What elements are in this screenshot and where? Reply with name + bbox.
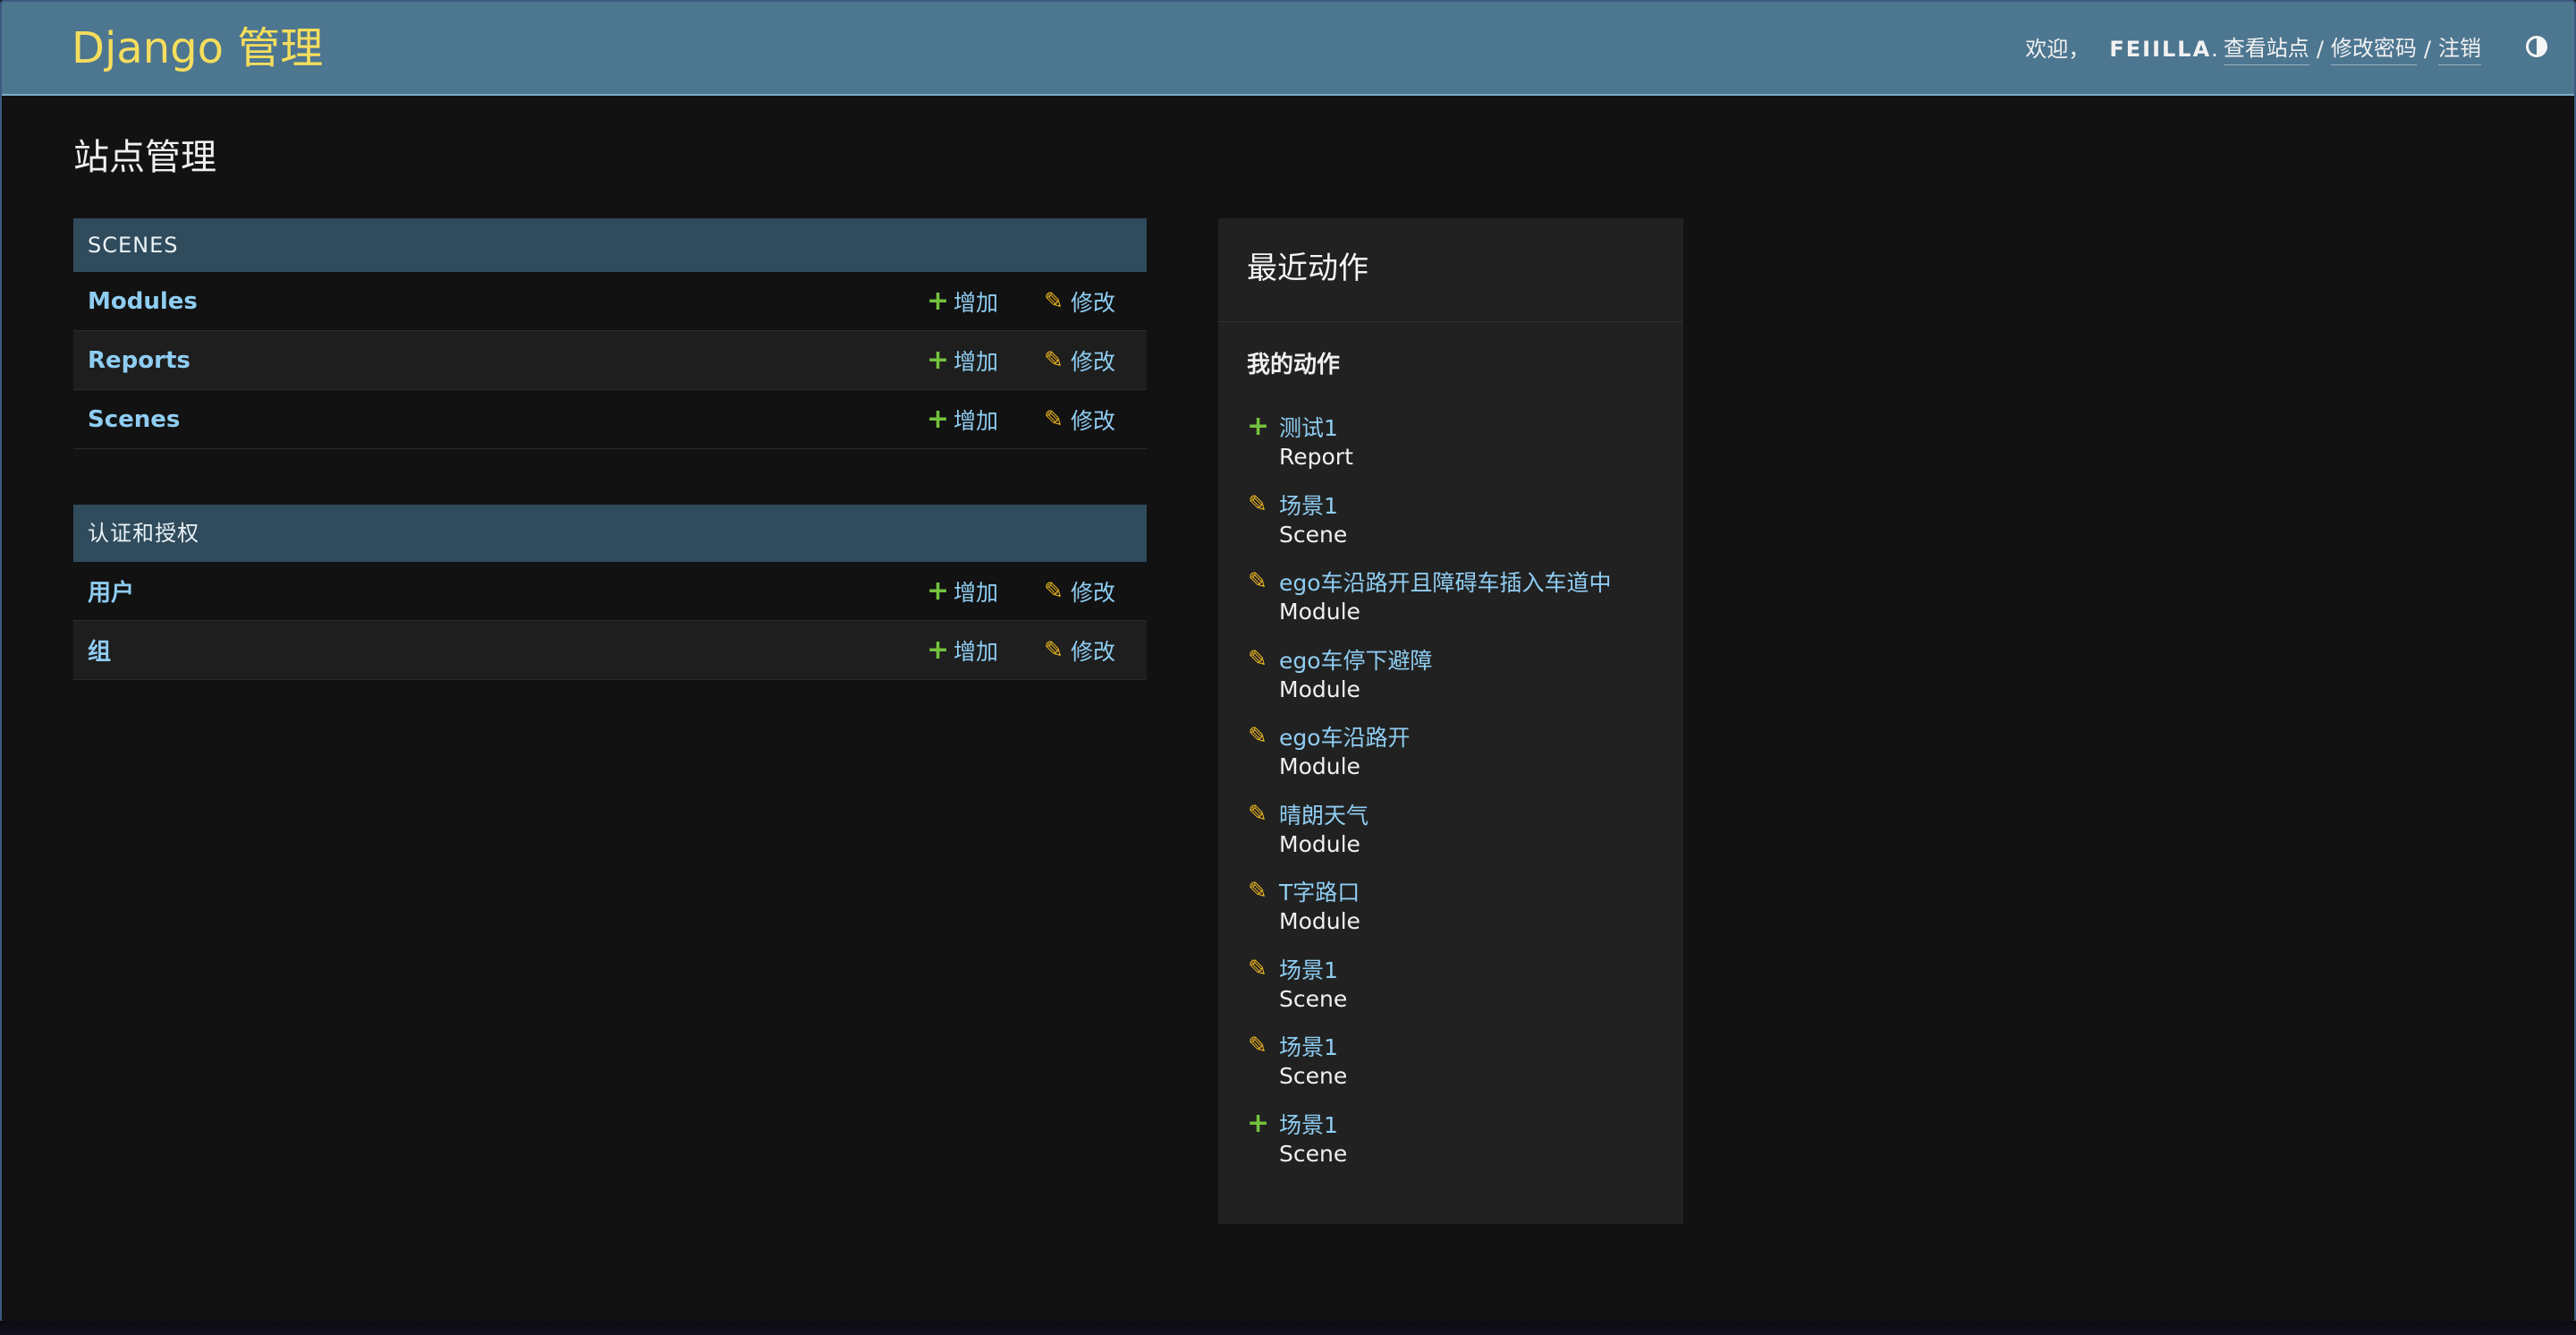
pencil-icon: ✎ [1248, 800, 1267, 828]
model-row-reports: Reports + 增加 ✎ 修改 [73, 331, 1147, 390]
pencil-icon: ✎ [1248, 955, 1267, 982]
model-row-modules: Modules + 增加 ✎ 修改 [73, 272, 1147, 331]
change-label: 修改 [1071, 289, 1116, 316]
recent-action-type: Scene [1279, 1063, 1348, 1089]
add-link[interactable]: + 增加 [927, 344, 998, 377]
add-link[interactable]: + 增加 [927, 575, 998, 608]
recent-actions-title: 最近动作 [1247, 251, 1368, 286]
add-label: 增加 [953, 348, 999, 375]
user-name-suffix: . [2211, 36, 2218, 62]
view-site-link[interactable]: 查看站点 [2223, 32, 2309, 65]
divider [1218, 321, 1683, 322]
plus-icon: + [927, 344, 950, 376]
change-label: 修改 [1071, 638, 1116, 665]
add-label: 增加 [953, 638, 999, 665]
pencil-icon: ✎ [1248, 568, 1267, 595]
pencil-icon: ✎ [1248, 490, 1267, 518]
change-label: 修改 [1071, 407, 1116, 434]
model-row-groups: 组 + 增加 ✎ 修改 [73, 621, 1147, 680]
welcome-text: 欢迎， [2025, 36, 2090, 62]
recent-action-link[interactable]: T字路口 [1279, 878, 1360, 908]
recent-action-type: Scene [1279, 985, 1348, 1012]
add-link[interactable]: + 增加 [927, 285, 998, 318]
recent-action-link[interactable]: 场景1 [1279, 956, 1338, 986]
change-label: 修改 [1071, 579, 1116, 606]
recent-action-link[interactable]: ego车沿路开 [1279, 723, 1411, 753]
plus-icon: + [1247, 411, 1270, 442]
recent-actions-panel: 最近动作 我的动作 + 测试1 Report ✎ 场景1 Scene ✎ ego车沿路开且障碍… [1218, 218, 1683, 1224]
change-link[interactable]: ✎ 修改 [1044, 634, 1115, 667]
recent-action-link[interactable]: ego车停下避障 [1279, 646, 1433, 676]
page-title: 站点管理 [73, 137, 216, 178]
module-caption[interactable]: 认证和授权 [73, 505, 1147, 562]
recent-action-link[interactable]: 场景1 [1279, 1033, 1338, 1063]
theme-toggle-icon[interactable] [2526, 36, 2547, 57]
change-label: 修改 [1071, 348, 1116, 375]
recent-action-link[interactable]: 测试1 [1279, 413, 1338, 444]
recent-action-link[interactable]: ego车沿路开且障碍车插入车道中 [1279, 568, 1612, 599]
recent-action-type: Module [1279, 676, 1360, 702]
plus-icon: + [927, 574, 950, 607]
add-link[interactable]: + 增加 [927, 634, 998, 667]
recent-action-type: Module [1279, 830, 1360, 857]
add-label: 增加 [953, 289, 999, 316]
change-link[interactable]: ✎ 修改 [1044, 404, 1115, 436]
model-link[interactable]: Modules [88, 288, 198, 315]
plus-icon: + [1247, 1107, 1270, 1139]
recent-action-link[interactable]: 场景1 [1279, 491, 1338, 522]
plus-icon: + [927, 403, 950, 435]
recent-action-link[interactable]: 晴朗天气 [1279, 801, 1368, 831]
separator: / [2423, 36, 2431, 62]
add-label: 增加 [953, 407, 999, 434]
model-link[interactable]: Reports [88, 347, 191, 374]
pencil-icon: ✎ [1248, 723, 1267, 750]
model-link[interactable]: 用户 [88, 574, 134, 608]
site-branding[interactable]: Django 管理 [72, 21, 323, 75]
app-module-scenes: SCENES Modules + 增加 ✎ 修改 Reports + 增加 ✎ … [73, 218, 1147, 449]
model-row-scenes: Scenes + 增加 ✎ 修改 [73, 390, 1147, 449]
recent-action-type: Report [1279, 444, 1353, 470]
recent-action-type: Module [1279, 599, 1360, 625]
recent-action-link[interactable]: 场景1 [1279, 1110, 1338, 1141]
model-link[interactable]: Scenes [88, 406, 180, 433]
pencil-icon: ✎ [1044, 636, 1063, 664]
add-label: 增加 [953, 579, 999, 606]
pencil-icon: ✎ [1044, 287, 1063, 315]
plus-icon: + [927, 633, 950, 666]
pencil-icon: ✎ [1044, 405, 1063, 433]
logout-link[interactable]: 注销 [2438, 32, 2481, 65]
module-caption[interactable]: SCENES [73, 218, 1147, 272]
model-link[interactable]: 组 [88, 633, 111, 667]
change-link[interactable]: ✎ 修改 [1044, 285, 1115, 318]
pencil-icon: ✎ [1248, 878, 1267, 905]
model-row-users: 用户 + 增加 ✎ 修改 [73, 562, 1147, 621]
change-link[interactable]: ✎ 修改 [1044, 344, 1115, 377]
window-bottom-edge [0, 1321, 2576, 1335]
user-name: FEIILLA [2109, 36, 2212, 62]
pencil-icon: ✎ [1248, 645, 1267, 673]
pencil-icon: ✎ [1044, 577, 1063, 605]
plus-icon: + [927, 285, 950, 317]
add-link[interactable]: + 增加 [927, 404, 998, 436]
change-link[interactable]: ✎ 修改 [1044, 575, 1115, 608]
separator: / [2316, 36, 2324, 62]
user-tools: 欢迎， FEIILLA . 查看站点 / 修改密码 / 注销 [2025, 32, 2481, 65]
recent-action-type: Scene [1279, 1140, 1348, 1167]
my-actions-heading: 我的动作 [1247, 352, 1341, 378]
admin-window: Django 管理 欢迎， FEIILLA . 查看站点 / 修改密码 / 注销… [0, 0, 2576, 1322]
pencil-icon: ✎ [1044, 346, 1063, 374]
recent-action-type: Scene [1279, 521, 1348, 548]
recent-action-type: Module [1279, 753, 1360, 779]
app-module-auth: 认证和授权 用户 + 增加 ✎ 修改 组 + 增加 ✎ 修改 [73, 505, 1147, 680]
pencil-icon: ✎ [1248, 1033, 1267, 1059]
recent-action-type: Module [1279, 908, 1360, 934]
header: Django 管理 欢迎， FEIILLA . 查看站点 / 修改密码 / 注销 [2, 2, 2574, 96]
change-password-link[interactable]: 修改密码 [2330, 32, 2417, 65]
